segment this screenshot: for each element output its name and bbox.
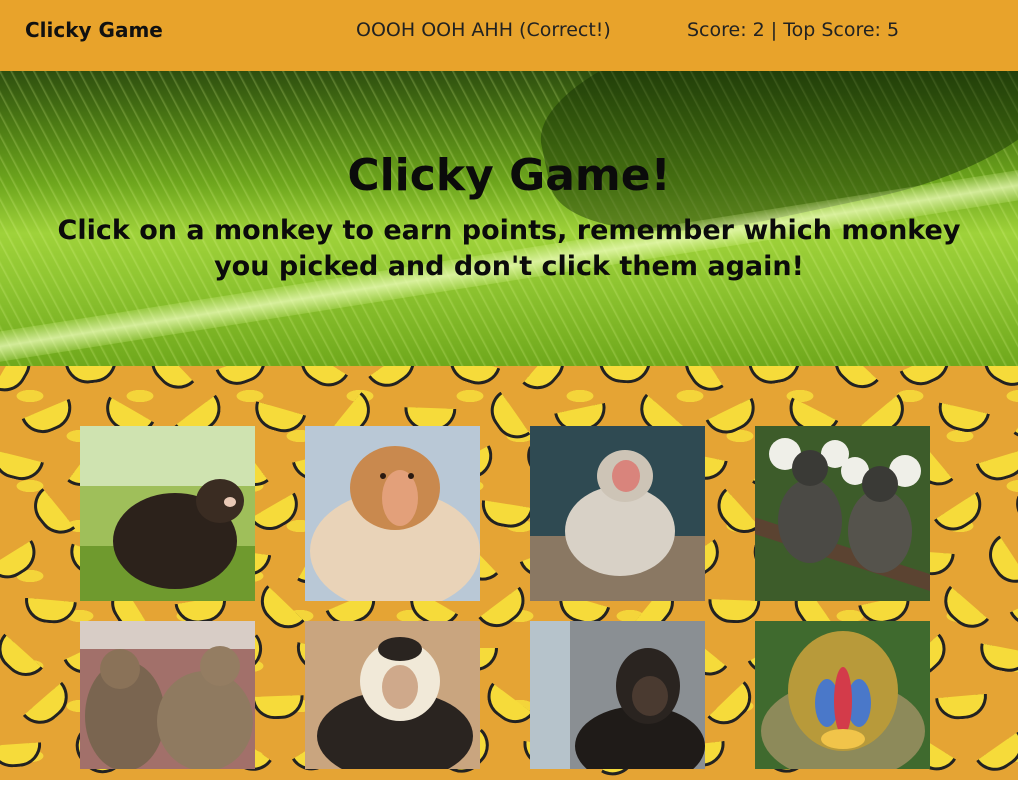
banana-decoration (0, 366, 39, 400)
banana-decoration (899, 366, 957, 393)
guess-status: OOOH OOH AHH (Correct!) (356, 19, 611, 41)
banana-decoration (141, 366, 195, 399)
banana-decoration (0, 539, 45, 588)
banana-decoration (249, 401, 307, 438)
banana-decoration (24, 488, 76, 543)
banana-decoration (481, 391, 531, 448)
banana-decoration (933, 491, 991, 540)
banana-decoration (215, 366, 273, 392)
banana-decoration (934, 585, 990, 638)
banana-decoration (478, 500, 534, 531)
page-footer-space (0, 780, 1018, 800)
banana-decoration (251, 695, 305, 720)
banana-decoration (522, 366, 574, 399)
banana-decoration (478, 586, 534, 637)
banana-decoration (975, 448, 1018, 487)
japanese-macaque-card[interactable] (530, 426, 705, 601)
banana-decoration (825, 366, 879, 398)
bonobo-card[interactable] (530, 621, 705, 769)
banana-decoration (1009, 495, 1018, 536)
banana-decoration (975, 366, 1018, 395)
banana-decoration (0, 742, 43, 769)
banana-decoration (976, 731, 1018, 780)
hero-subtitle: Click on a monkey to earn points, rememb… (57, 215, 961, 282)
banana-decoration (935, 693, 989, 722)
hero-banner: Clicky Game! Click on a monkey to earn p… (0, 71, 1018, 366)
japanese-macaque-image (530, 426, 705, 601)
banana-decoration (0, 450, 45, 485)
rhesus-macaques-image (80, 621, 255, 769)
banana-decoration (1009, 589, 1018, 634)
banana-decoration (748, 366, 804, 388)
banana-decoration (251, 585, 305, 638)
banana-decoration (23, 597, 77, 626)
banana-decoration (291, 366, 349, 396)
banana-decoration (976, 643, 1018, 676)
rhesus-macaques-card[interactable] (80, 621, 255, 769)
banana-decoration (443, 366, 501, 391)
banana-decoration (478, 682, 534, 733)
banana-decoration (249, 492, 307, 539)
navbar: Clicky Game OOOH OOH AHH (Correct!) Scor… (0, 0, 1018, 71)
marmosets-image (755, 426, 930, 601)
banana-decoration (64, 366, 120, 387)
banana-decoration (708, 488, 760, 543)
mandrill-card[interactable] (755, 621, 930, 769)
banana-decoration (0, 633, 44, 686)
banana-decoration (21, 398, 79, 441)
marmosets-card[interactable] (755, 426, 930, 601)
game-board (0, 366, 1018, 780)
banana-decoration (934, 402, 990, 437)
howler-monkey-card[interactable] (80, 426, 255, 601)
capuchin-image (305, 621, 480, 769)
banana-decoration (368, 366, 424, 396)
banana-decoration (22, 681, 78, 734)
banana-decoration (597, 366, 651, 385)
hero-title: Clicky Game! (347, 150, 671, 201)
banana-decoration (676, 366, 724, 400)
proboscis-monkey-card[interactable] (305, 426, 480, 601)
howler-monkey-image (80, 426, 255, 601)
banana-decoration (1013, 391, 1018, 448)
bonobo-image (530, 621, 705, 769)
banana-decoration (1012, 680, 1018, 735)
mandrill-image (755, 621, 930, 769)
score-display: Score: 2 | Top Score: 5 (687, 19, 900, 41)
proboscis-monkey-image (305, 426, 480, 601)
banana-decoration (707, 599, 761, 624)
banana-decoration (707, 681, 761, 734)
banana-decoration (980, 535, 1018, 592)
capuchin-card[interactable] (305, 621, 480, 769)
brand-link[interactable]: Clicky Game (25, 18, 163, 42)
banana-decoration (705, 397, 763, 442)
